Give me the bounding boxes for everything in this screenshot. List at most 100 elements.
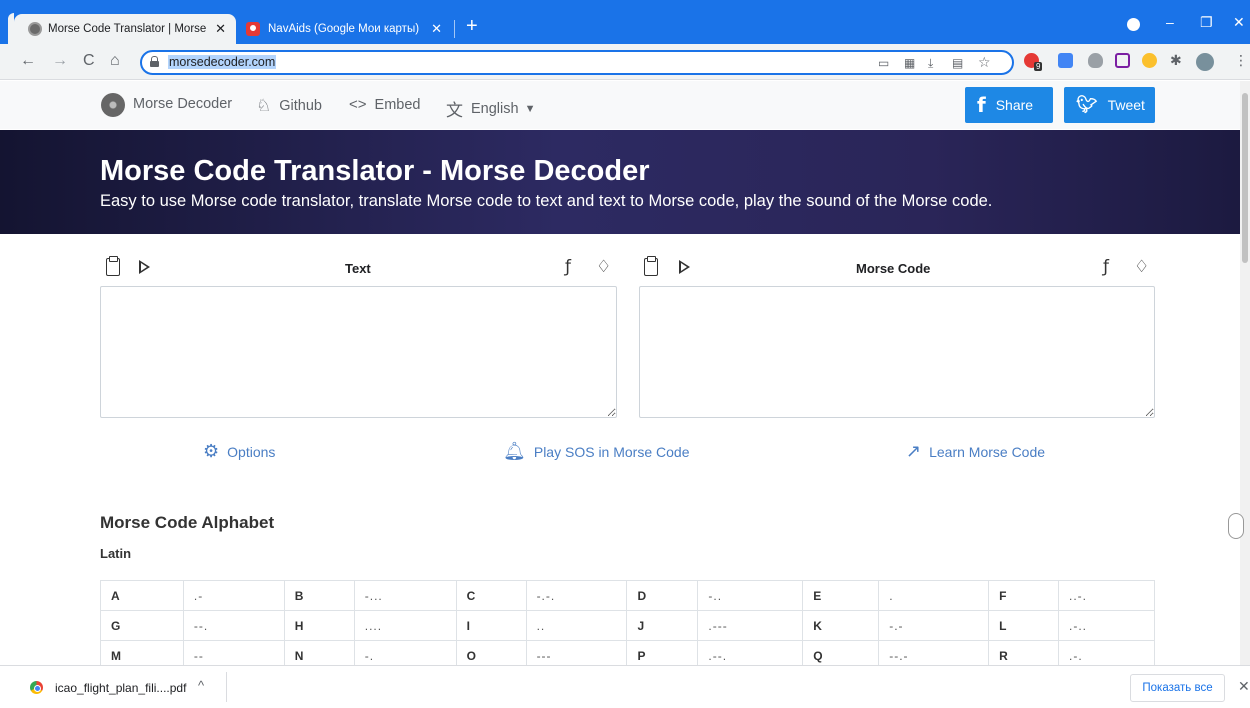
- forward-icon[interactable]: →: [52, 52, 68, 70]
- shield-icon[interactable]: [1088, 53, 1103, 68]
- options-button[interactable]: ⚙ Options: [203, 441, 275, 462]
- cast-icon[interactable]: ▭: [878, 56, 889, 70]
- url-text[interactable]: morsedecoder.com: [168, 55, 277, 69]
- letter-cell: I: [455, 610, 527, 641]
- site-favicon-icon: [28, 22, 42, 36]
- twitter-icon: 🐦︎: [1076, 95, 1098, 115]
- site-navbar: Morse Decoder ♘ Github <> Embed 文 Englis…: [0, 81, 1240, 129]
- letter-cell: E: [802, 580, 880, 611]
- puzzle-icon[interactable]: ✱: [1170, 52, 1182, 69]
- letter-cell: K: [802, 610, 880, 641]
- download-file-name[interactable]: icao_flight_plan_fili....pdf: [55, 681, 186, 695]
- square-extension-icon[interactable]: [1115, 53, 1130, 68]
- tweet-label: Tweet: [1107, 97, 1145, 113]
- morse-panel-title: Morse Code: [856, 261, 931, 276]
- divider: [226, 672, 227, 702]
- play-morse-icon[interactable]: [679, 260, 690, 274]
- letter-cell: B: [283, 580, 355, 611]
- sun-extension-icon[interactable]: [1142, 53, 1157, 68]
- morse-input[interactable]: [639, 286, 1155, 418]
- morse-code-cell: .-: [182, 580, 285, 611]
- letter-cell: A: [100, 580, 184, 611]
- download-bar: icao_flight_plan_fili....pdf ^ Показать …: [0, 665, 1250, 708]
- back-icon[interactable]: ←: [20, 52, 36, 70]
- star-icon[interactable]: ☆: [978, 54, 991, 71]
- twitter-icon[interactable]: ♢: [596, 257, 611, 277]
- share-label: Share: [995, 97, 1034, 113]
- morse-code-cell: --.: [182, 610, 285, 641]
- install-icon[interactable]: ⤓: [928, 56, 933, 71]
- tab-separator: [454, 20, 455, 38]
- show-all-button[interactable]: Показать все: [1130, 674, 1225, 702]
- tab-close-icon[interactable]: ✕: [215, 21, 226, 37]
- new-tab-button[interactable]: +: [466, 16, 478, 36]
- lock-icon[interactable]: [150, 56, 159, 67]
- kebab-menu-icon[interactable]: ⋮: [1234, 52, 1248, 69]
- facebook-share-button[interactable]: f Share: [965, 87, 1053, 123]
- brand-logo[interactable]: [101, 93, 125, 117]
- alphabet-title: Morse Code Alphabet: [100, 513, 275, 532]
- tab-search-icon[interactable]: [1127, 18, 1140, 31]
- maps-favicon-icon: [246, 22, 260, 36]
- morse-code-cell: .---: [697, 610, 804, 641]
- google-translate-icon[interactable]: [1058, 53, 1073, 68]
- chevron-down-icon: ▼: [524, 102, 536, 115]
- letter-cell: J: [626, 610, 699, 641]
- play-sos-button[interactable]: 🔔︎ Play SOS in Morse Code: [503, 441, 689, 462]
- qr-code-icon[interactable]: ▦: [904, 56, 915, 70]
- tab-title: NavAids (Google Мои карты): [268, 23, 420, 35]
- copy-morse-icon[interactable]: [644, 256, 658, 276]
- brand-link[interactable]: Morse Decoder: [133, 96, 232, 112]
- address-bar[interactable]: morsedecoder.com ▭ ▦ ⤓ ▤ ☆: [140, 50, 1014, 75]
- morse-code-cell: -...: [353, 580, 457, 611]
- gear-icon: ⚙: [203, 441, 220, 461]
- tab-navaids[interactable]: NavAids (Google Мои карты) ✕: [238, 14, 456, 44]
- letter-cell: F: [988, 580, 1060, 611]
- page-title: Morse Code Translator - Morse Decoder: [100, 155, 650, 187]
- toolbar: ← → C ⌂ morsedecoder.com ▭ ▦ ⤓ ▤ ☆ 9 ✱ ⋮: [0, 44, 1250, 80]
- home-icon[interactable]: ⌂: [110, 52, 120, 70]
- options-label: Options: [227, 443, 276, 460]
- play-sos-label: Play SOS in Morse Code: [533, 443, 690, 460]
- translate-icon: 文: [446, 101, 463, 120]
- letter-cell: H: [283, 610, 355, 641]
- code-icon: <>: [349, 96, 367, 113]
- github-label: Github: [279, 98, 322, 114]
- restore-button[interactable]: ❐: [1200, 14, 1213, 31]
- bell-icon: 🔔︎: [503, 441, 526, 461]
- letter-cell: L: [988, 610, 1060, 641]
- github-icon: ♘: [256, 96, 272, 115]
- page-subtitle: Easy to use Morse code translator, trans…: [100, 192, 993, 210]
- translate-icon[interactable]: ▤: [952, 56, 963, 70]
- tab-morse-decoder[interactable]: Morse Code Translator | Morse D ✕: [14, 14, 236, 44]
- facebook-icon[interactable]: ƒ: [1103, 257, 1109, 277]
- avatar[interactable]: [1196, 53, 1214, 71]
- tweet-button[interactable]: 🐦︎ Tweet: [1064, 87, 1155, 123]
- morse-code-cell: ..: [525, 610, 628, 641]
- minimize-button[interactable]: –: [1166, 14, 1174, 30]
- close-window-button[interactable]: ✕: [1233, 14, 1245, 31]
- twitter-icon[interactable]: ♢: [1134, 257, 1149, 277]
- play-text-icon[interactable]: [139, 260, 150, 274]
- github-link[interactable]: ♘ Github: [256, 96, 322, 116]
- scrollbar-thumb[interactable]: [1242, 93, 1248, 263]
- side-scroll-handle[interactable]: [1228, 513, 1244, 539]
- learn-morse-link[interactable]: ↗ Learn Morse Code: [906, 441, 1045, 462]
- morse-code-cell: -.-: [878, 610, 990, 641]
- text-input[interactable]: [100, 286, 617, 418]
- copy-text-icon[interactable]: [106, 256, 120, 276]
- external-link-icon: ↗: [906, 441, 922, 461]
- tab-close-icon[interactable]: ✕: [431, 21, 442, 37]
- page-scrollbar[interactable]: [1240, 81, 1250, 665]
- language-dropdown[interactable]: 文 English ▼: [446, 96, 535, 121]
- reload-icon[interactable]: C: [83, 52, 95, 70]
- table-row: G --. H.... I.. J .--- K -.- L .-..: [100, 610, 1155, 641]
- alphabet-subtitle: Latin: [100, 546, 132, 561]
- letter-cell: G: [100, 610, 184, 641]
- facebook-icon[interactable]: ƒ: [565, 257, 571, 277]
- chevron-up-icon[interactable]: ^: [198, 678, 204, 693]
- morse-code-cell: ..-.: [1058, 580, 1155, 611]
- embed-link[interactable]: <> Embed: [349, 96, 420, 113]
- letter-cell: D: [626, 580, 699, 611]
- close-download-bar-icon[interactable]: ✕: [1238, 678, 1250, 695]
